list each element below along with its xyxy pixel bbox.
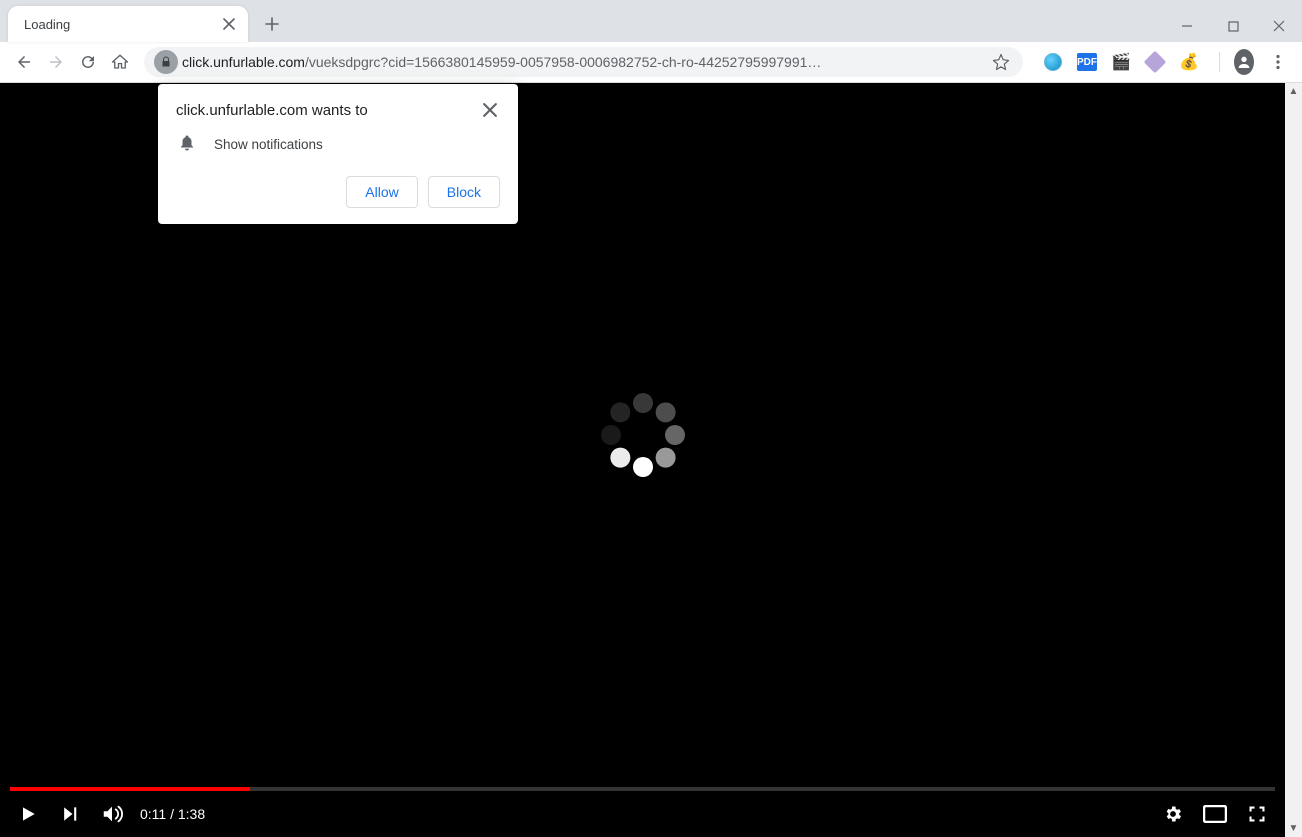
volume-button[interactable]	[98, 800, 126, 828]
address-bar[interactable]: click.unfurlable.com/vueksdpgrc?cid=1566…	[144, 47, 1023, 77]
permission-popup-title: click.unfurlable.com wants to	[176, 100, 480, 119]
bookmark-star-icon[interactable]	[989, 53, 1013, 71]
permission-item-label: Show notifications	[214, 137, 323, 152]
window-close-icon[interactable]	[1256, 10, 1302, 42]
bell-icon	[178, 134, 198, 154]
tab-close-icon[interactable]	[220, 15, 238, 33]
extension-moneybag-icon[interactable]: 💰	[1179, 52, 1199, 72]
extension-diamond-icon[interactable]	[1145, 52, 1165, 72]
window-maximize-icon[interactable]	[1210, 10, 1256, 42]
profile-avatar-icon[interactable]	[1234, 52, 1254, 72]
video-controls: 0:11 / 1:38	[0, 791, 1285, 837]
url-host: click.unfurlable.com	[182, 54, 305, 70]
allow-button[interactable]: Allow	[346, 176, 417, 208]
site-lock-icon[interactable]	[154, 50, 178, 74]
browser-toolbar: click.unfurlable.com/vueksdpgrc?cid=1566…	[0, 42, 1302, 83]
back-button[interactable]	[8, 46, 40, 78]
play-button[interactable]	[14, 800, 42, 828]
extension-globe-icon[interactable]	[1043, 52, 1063, 72]
settings-gear-icon[interactable]	[1159, 800, 1187, 828]
url-path: /vueksdpgrc?cid=1566380145959-0057958-00…	[305, 54, 821, 70]
video-progress-bar[interactable]	[10, 787, 1275, 791]
fullscreen-icon[interactable]	[1243, 800, 1271, 828]
window-controls	[1164, 10, 1302, 42]
extension-clapper-icon[interactable]: 🎬	[1111, 52, 1131, 72]
next-button[interactable]	[56, 800, 84, 828]
scroll-track[interactable]	[1285, 100, 1302, 820]
tab-title: Loading	[24, 17, 220, 32]
window-minimize-icon[interactable]	[1164, 10, 1210, 42]
permission-popup-close-icon[interactable]	[480, 100, 500, 120]
loading-spinner-icon	[598, 390, 688, 480]
extensions-row: PDF 🎬 💰	[1031, 52, 1294, 72]
extension-pdf-icon[interactable]: PDF	[1077, 52, 1097, 72]
theater-mode-icon[interactable]	[1201, 800, 1229, 828]
block-button[interactable]: Block	[428, 176, 500, 208]
notification-permission-popup: click.unfurlable.com wants to Show notif…	[158, 84, 518, 224]
video-progress-fill	[10, 787, 250, 791]
reload-button[interactable]	[72, 46, 104, 78]
scroll-up-icon[interactable]: ▲	[1285, 83, 1302, 100]
url-text: click.unfurlable.com/vueksdpgrc?cid=1566…	[182, 54, 989, 70]
scroll-down-icon[interactable]: ▼	[1285, 820, 1302, 837]
browser-menu-icon[interactable]	[1268, 52, 1288, 72]
home-button[interactable]	[104, 46, 136, 78]
browser-tab[interactable]: Loading	[8, 6, 248, 42]
tab-strip: Loading	[0, 0, 1302, 42]
forward-button	[40, 46, 72, 78]
vertical-scrollbar[interactable]: ▲ ▼	[1285, 83, 1302, 837]
new-tab-button[interactable]	[258, 10, 286, 38]
video-time-display: 0:11 / 1:38	[140, 806, 205, 822]
toolbar-divider	[1219, 52, 1220, 72]
